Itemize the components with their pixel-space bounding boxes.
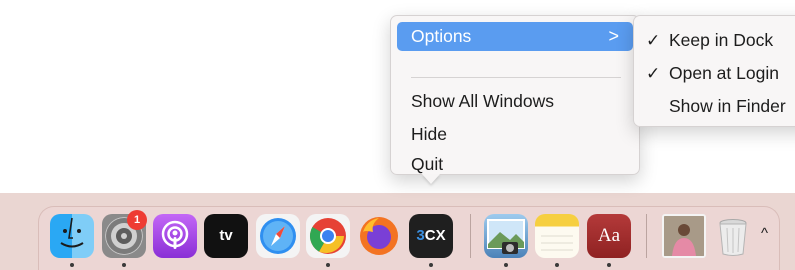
running-indicator	[504, 263, 508, 267]
running-indicator	[70, 263, 74, 267]
menu-item-label: Options	[411, 26, 472, 46]
submenu-item-label: Show in Finder	[669, 96, 786, 116]
menu-item-label: Hide	[411, 124, 447, 144]
podcasts-icon[interactable]	[153, 214, 197, 258]
app-context-menu: Options > Show All Windows Hide Quit	[390, 15, 640, 175]
firefox-icon[interactable]	[357, 214, 401, 258]
running-indicator	[429, 263, 433, 267]
submenu-item-label: Open at Login	[669, 63, 779, 83]
submenu-item-label: Keep in Dock	[669, 30, 774, 50]
dock-separator	[646, 214, 647, 258]
dictionary-label: Aa	[597, 225, 621, 246]
chevron-right-icon: >	[608, 26, 619, 46]
notes-icon[interactable]	[535, 214, 579, 258]
chrome-icon[interactable]	[306, 214, 350, 258]
dictionary-icon[interactable]: Aa	[587, 214, 631, 258]
running-indicator	[607, 263, 611, 267]
notification-badge: 1	[127, 210, 147, 230]
finder-icon[interactable]	[50, 214, 94, 258]
3cx-label-prefix: 3	[416, 227, 425, 244]
3cx-label: CX	[424, 227, 446, 244]
running-indicator	[555, 263, 559, 267]
menu-item-show-all-windows[interactable]: Show All Windows	[397, 87, 633, 116]
menu-item-label: Show All Windows	[411, 91, 554, 111]
dock-separator	[470, 214, 471, 258]
safari-icon[interactable]	[256, 214, 300, 258]
submenu-item-keep-in-dock[interactable]: ✓ Keep in Dock	[634, 26, 795, 55]
menu-item-quit[interactable]: Quit	[397, 153, 633, 175]
trash-icon[interactable]	[711, 214, 755, 258]
menu-item-label: Quit	[411, 154, 444, 174]
menu-item-options[interactable]: Options >	[397, 22, 633, 51]
chevron-up-icon[interactable]: ^	[761, 225, 768, 242]
appletv-label: tv	[219, 227, 233, 244]
checkmark-icon: ✓	[646, 64, 661, 83]
options-submenu: ✓ Keep in Dock ✓ Open at Login Show in F…	[633, 15, 795, 127]
menu-item-hide[interactable]: Hide	[397, 120, 633, 149]
checkmark-icon: ✓	[646, 31, 661, 50]
menu-pointer	[422, 174, 440, 184]
appletv-icon[interactable]: tv	[204, 214, 248, 258]
submenu-item-open-at-login[interactable]: ✓ Open at Login	[634, 59, 795, 88]
menu-separator	[411, 77, 621, 78]
submenu-item-show-in-finder[interactable]: Show in Finder	[634, 92, 795, 121]
photo-icon[interactable]	[662, 214, 706, 258]
preview-icon[interactable]	[484, 214, 528, 258]
3cx-icon[interactable]: 3CX	[409, 214, 453, 258]
running-indicator	[122, 263, 126, 267]
running-indicator	[326, 263, 330, 267]
